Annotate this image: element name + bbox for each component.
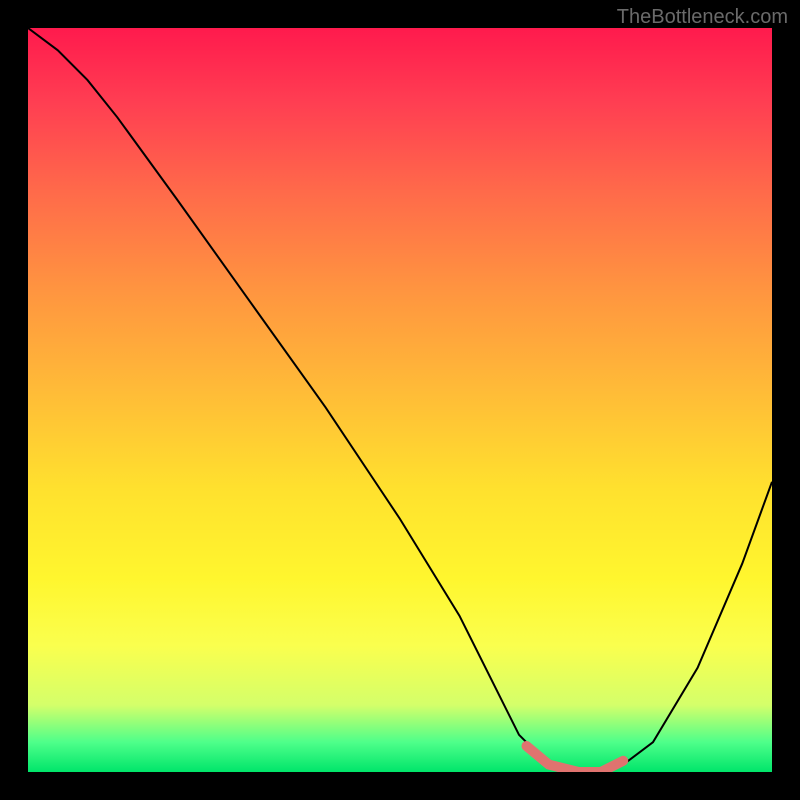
watermark-text: TheBottleneck.com xyxy=(617,6,788,29)
chart-plot-area xyxy=(28,28,772,772)
bottleneck-curve-path xyxy=(28,28,772,772)
optimal-range-highlight xyxy=(527,746,624,772)
chart-svg xyxy=(28,28,772,772)
